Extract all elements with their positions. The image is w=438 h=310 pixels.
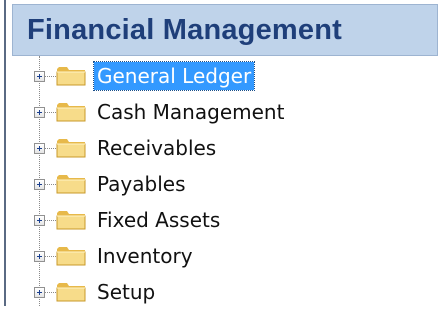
- window-left-border: [0, 0, 6, 306]
- tree-item-general-ledger[interactable]: General Ledger: [8, 58, 438, 94]
- tree-branch-line: [45, 148, 56, 149]
- tree-item-label[interactable]: Fixed Assets: [94, 206, 223, 234]
- folder-icon: [56, 101, 86, 123]
- tree-item-receivables[interactable]: Receivables: [8, 130, 438, 166]
- financial-management-panel: Financial Management General Ledger Cash…: [8, 0, 438, 306]
- tree-item-cash-management[interactable]: Cash Management: [8, 94, 438, 130]
- expand-plus-icon[interactable]: [34, 179, 45, 190]
- folder-icon: [56, 245, 86, 267]
- tree-branch-line: [45, 112, 56, 113]
- folder-icon: [56, 281, 86, 303]
- panel-title: Financial Management: [27, 13, 343, 46]
- expand-plus-icon[interactable]: [34, 143, 45, 154]
- tree-item-label[interactable]: Inventory: [94, 242, 196, 270]
- expand-plus-icon[interactable]: [34, 251, 45, 262]
- tree-item-label[interactable]: Cash Management: [94, 98, 287, 126]
- tree-item-label[interactable]: Payables: [94, 170, 189, 198]
- folder-icon: [56, 137, 86, 159]
- tree-branch-line: [45, 76, 56, 77]
- tree-item-payables[interactable]: Payables: [8, 166, 438, 202]
- tree-branch-line: [45, 256, 56, 257]
- tree-item-inventory[interactable]: Inventory: [8, 238, 438, 274]
- expand-plus-icon[interactable]: [34, 107, 45, 118]
- tree-branch-line: [45, 292, 56, 293]
- tree-item-setup[interactable]: Setup: [8, 274, 438, 310]
- tree-branch-line: [45, 184, 56, 185]
- expand-plus-icon[interactable]: [34, 71, 45, 82]
- tree-item-fixed-assets[interactable]: Fixed Assets: [8, 202, 438, 238]
- tree-item-label[interactable]: General Ledger: [92, 61, 256, 91]
- tree-item-label[interactable]: Setup: [94, 278, 158, 306]
- expand-plus-icon[interactable]: [34, 215, 45, 226]
- panel-header: Financial Management: [12, 4, 438, 56]
- folder-icon: [56, 65, 86, 87]
- tree-item-label[interactable]: Receivables: [94, 134, 219, 162]
- expand-plus-icon[interactable]: [34, 287, 45, 298]
- folder-icon: [56, 209, 86, 231]
- tree-branch-line: [45, 220, 56, 221]
- folder-icon: [56, 173, 86, 195]
- navigation-tree: General Ledger Cash Management Receivabl…: [8, 56, 438, 306]
